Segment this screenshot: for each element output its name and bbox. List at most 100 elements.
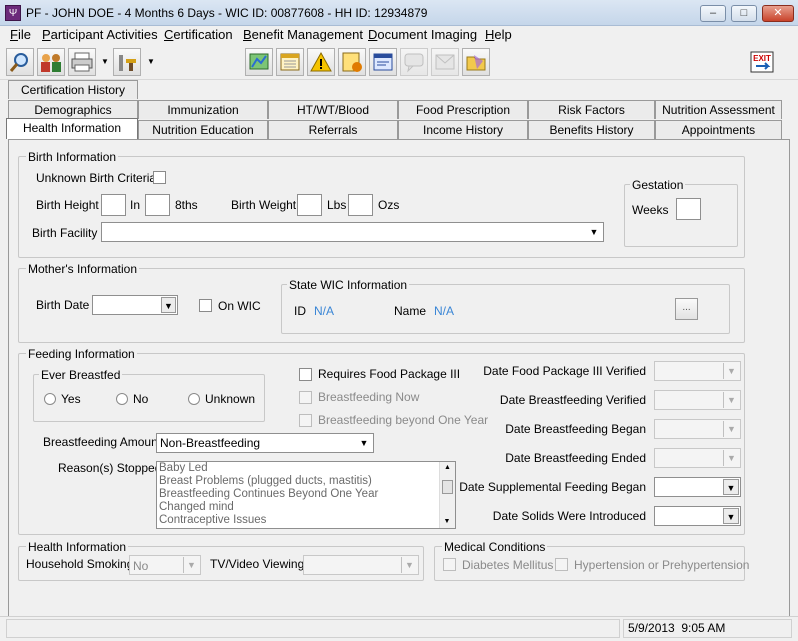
menu-document-imaging[interactable]: Document Imaging (368, 27, 477, 42)
date-solids-introduced-picker[interactable]: ▼ (654, 506, 741, 526)
birth-information-label: Birth Information (26, 150, 119, 164)
breastfeeding-amount-label: Breastfeeding Amount (43, 435, 162, 449)
tab-benefits-history[interactable]: Benefits History (528, 120, 655, 139)
birth-facility-label: Birth Facility (32, 226, 98, 240)
birth-weight-label: Birth Weight (231, 198, 297, 212)
chat-icon (400, 48, 428, 76)
unknown-birth-criteria-checkbox[interactable] (153, 171, 166, 184)
family-icon[interactable] (37, 48, 65, 76)
list-item[interactable]: Baby Led (157, 462, 455, 475)
diabetes-label: Diabetes Mellitus (462, 558, 554, 572)
mother-birth-date-picker[interactable]: ▼ (92, 295, 178, 315)
map-icon[interactable] (245, 48, 273, 76)
date-breastfeeding-ended-picker: ▼ (654, 448, 741, 468)
reasons-stopped-list[interactable]: Baby Led Breast Problems (plugged ducts,… (156, 461, 456, 529)
maximize-button[interactable]: □ (731, 5, 757, 22)
tab-nutrition-education[interactable]: Nutrition Education (138, 120, 268, 139)
list-item[interactable]: Changed mind (157, 501, 455, 514)
scroll-up-icon[interactable]: ▲ (440, 462, 455, 474)
ever-breastfed-no-radio[interactable] (116, 393, 128, 405)
tab-referrals[interactable]: Referrals (268, 120, 398, 139)
tab-ht-wt-blood[interactable]: HT/WT/Blood (268, 100, 398, 119)
eighths-label: 8ths (175, 198, 198, 212)
tv-video-viewing-select: ▼ (303, 555, 419, 575)
scroll-down-icon[interactable]: ▼ (440, 516, 454, 528)
note-alert-icon[interactable] (338, 48, 366, 76)
close-button[interactable]: ✕ (762, 5, 794, 22)
date-food-package-verified-picker: ▼ (654, 361, 741, 381)
ever-breastfed-label: Ever Breastfed (39, 368, 123, 382)
tab-risk-factors[interactable]: Risk Factors (528, 100, 655, 119)
state-wic-lookup-button[interactable]: ... (675, 298, 698, 320)
scrollbar[interactable]: ▲ ▼ (439, 462, 455, 528)
birth-height-eighths-input[interactable] (145, 194, 170, 216)
chevron-down-icon[interactable]: ▼ (723, 479, 739, 495)
chevron-down-icon: ▼ (183, 557, 199, 573)
tab-certification-history[interactable]: Certification History (8, 80, 138, 99)
breastfeeding-now-label: Breastfeeding Now (318, 390, 420, 404)
no-label: No (133, 392, 149, 406)
birth-facility-select[interactable]: ▼ (101, 222, 604, 242)
menu-file[interactable]: File (10, 27, 31, 42)
tab-food-prescription[interactable]: Food Prescription (398, 100, 528, 119)
alert-icon[interactable] (307, 48, 335, 76)
tools-icon[interactable] (113, 48, 141, 76)
chevron-down-icon[interactable]: ▼ (356, 435, 372, 451)
form-icon[interactable] (369, 48, 397, 76)
tab-income-history[interactable]: Income History (398, 120, 528, 139)
message-icon (431, 48, 459, 76)
menu-benefit-management[interactable]: Benefit Management (243, 27, 363, 42)
chevron-down-icon[interactable]: ▼ (586, 224, 602, 240)
list-item[interactable]: Contraceptive Issues (157, 514, 455, 527)
chevron-down-icon: ▼ (723, 421, 739, 437)
exit-icon[interactable]: EXIT (748, 48, 776, 76)
ozs-label: Ozs (378, 198, 400, 212)
tv-video-viewing-label: TV/Video Viewing (210, 557, 305, 571)
menu-certification[interactable]: Certification (164, 27, 233, 42)
ever-breastfed-yes-radio[interactable] (44, 393, 56, 405)
tab-nutrition-assessment[interactable]: Nutrition Assessment (655, 100, 782, 119)
folder-icon[interactable] (462, 48, 490, 76)
list-item[interactable]: Breastfeeding Continues Beyond One Year (157, 488, 455, 501)
requires-food-package-checkbox[interactable] (299, 368, 312, 381)
window-title: PF - JOHN DOE - 4 Months 6 Days - WIC ID… (26, 6, 428, 20)
feeding-information-label: Feeding Information (26, 347, 137, 361)
chevron-down-icon[interactable]: ▼ (723, 508, 739, 524)
birth-weight-ozs-input[interactable] (348, 194, 373, 216)
minimize-button[interactable]: – (700, 5, 726, 22)
date-supplemental-feeding-picker[interactable]: ▼ (654, 477, 741, 497)
printer-dropdown-icon[interactable]: ▼ (100, 48, 110, 76)
mothers-information-label: Mother's Information (26, 262, 140, 276)
date-food-package-verified-label: Date Food Package III Verified (483, 364, 646, 378)
medical-conditions-label: Medical Conditions (442, 540, 548, 554)
household-smoking-select: No ▼ (129, 555, 201, 575)
menu-participant-activities[interactable]: Participant Activities (42, 27, 158, 42)
search-icon[interactable] (6, 48, 34, 76)
menu-help[interactable]: Help (485, 27, 512, 42)
breastfeeding-amount-select[interactable]: Non-Breastfeeding ▼ (156, 433, 374, 453)
on-wic-label: On WIC (218, 299, 261, 313)
on-wic-checkbox[interactable] (199, 299, 212, 312)
tab-demographics[interactable]: Demographics (8, 100, 138, 119)
birth-weight-lbs-input[interactable] (297, 194, 322, 216)
printer-icon[interactable] (68, 48, 96, 76)
date-breastfeeding-ended-label: Date Breastfeeding Ended (505, 451, 646, 465)
lbs-label: Lbs (327, 198, 347, 212)
gestation-weeks-input[interactable] (676, 198, 701, 220)
calendar-icon[interactable] (276, 48, 304, 76)
household-smoking-label: Household Smoking (26, 557, 134, 571)
tab-health-information[interactable]: Health Information (6, 118, 138, 139)
date-breastfeeding-verified-picker: ▼ (654, 390, 741, 410)
list-item[interactable]: Breast Problems (plugged ducts, mastitis… (157, 475, 455, 488)
ever-breastfed-unknown-radio[interactable] (188, 393, 200, 405)
app-icon[interactable]: Ψ (5, 5, 21, 21)
chevron-down-icon: ▼ (401, 557, 417, 573)
tab-immunization[interactable]: Immunization (138, 100, 268, 119)
tools-dropdown-icon[interactable]: ▼ (146, 48, 156, 76)
requires-food-package-label: Requires Food Package III (318, 367, 461, 381)
tab-appointments[interactable]: Appointments (655, 120, 782, 139)
birth-height-inches-input[interactable] (101, 194, 126, 216)
scroll-thumb[interactable] (442, 480, 453, 494)
state-id-label: ID (294, 304, 306, 318)
chevron-down-icon[interactable]: ▼ (161, 297, 176, 313)
